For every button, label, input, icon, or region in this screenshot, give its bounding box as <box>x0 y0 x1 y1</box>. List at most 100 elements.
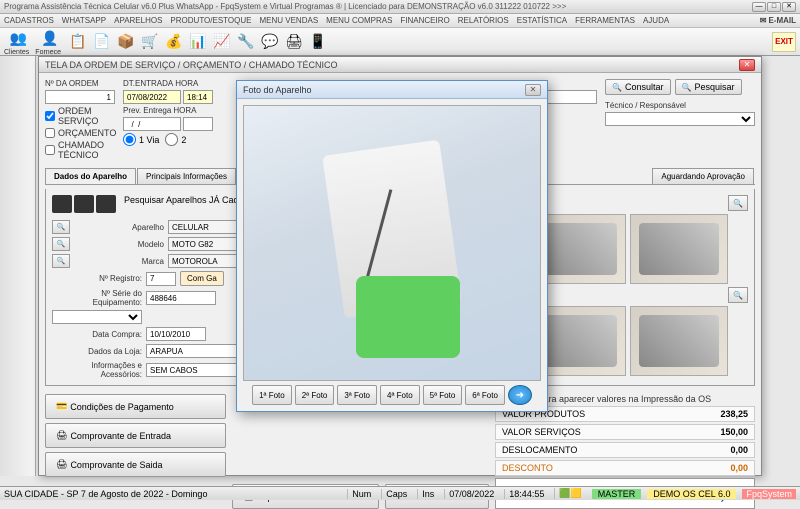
device-photo <box>243 105 541 381</box>
toolbar-icon-12[interactable]: 🖨 <box>283 31 305 53</box>
status-time: 18:44:55 <box>504 489 548 499</box>
toolbar-icon-10[interactable]: 🔧 <box>235 31 257 53</box>
modal-title: Foto do Aparelho <box>243 85 312 95</box>
menu-vendas[interactable]: MENU VENDAS <box>259 16 318 25</box>
order-num-input[interactable] <box>45 90 115 104</box>
menu-relatorios[interactable]: RELATÓRIOS <box>458 16 509 25</box>
app-title: Programa Assistência Técnica Celular v6.… <box>4 2 752 11</box>
status-demo: DEMO OS CEL 6.0 <box>647 489 736 499</box>
menu-financeiro[interactable]: FINANCEIRO <box>400 16 449 25</box>
status-master: MASTER <box>592 489 642 499</box>
tab-aguardando[interactable]: Aguardando Aprovação <box>652 168 754 184</box>
menubar: CADASTROS WHATSAPP APARELHOS PRODUTO/EST… <box>0 14 800 28</box>
order-window-close[interactable]: ✕ <box>739 59 755 71</box>
toolbar-icon-11[interactable]: 💬 <box>259 31 281 53</box>
status-city: SUA CIDADE - SP 7 de Agosto de 2022 - Do… <box>4 489 207 499</box>
app-titlebar: Programa Assistência Técnica Celular v6.… <box>0 0 800 14</box>
close-button[interactable]: ✕ <box>782 2 796 12</box>
toolbar-icon-9[interactable]: 📈 <box>211 31 233 53</box>
modal-close-button[interactable]: ✕ <box>525 84 541 96</box>
statusbar: SUA CIDADE - SP 7 de Agosto de 2022 - Do… <box>0 486 800 500</box>
clientes-icon[interactable]: 👥 <box>8 27 30 49</box>
toolbar-icon-6[interactable]: 🛒 <box>139 31 161 53</box>
menu-cadastros[interactable]: CADASTROS <box>4 16 54 25</box>
main-toolbar: 👥Clientes 👤Fornece 📋 📄 📦 🛒 💰 📊 📈 🔧 💬 🖨 📱… <box>0 28 800 56</box>
order-num-label: Nº DA ORDEM <box>45 79 115 88</box>
menu-compras[interactable]: MENU COMPRAS <box>326 16 392 25</box>
hora-input[interactable] <box>183 90 213 104</box>
photo-thumb-2[interactable] <box>630 214 728 284</box>
menu-produto[interactable]: PRODUTO/ESTOQUE <box>170 16 251 25</box>
search-aparelho-button[interactable]: 🔍 <box>52 220 70 234</box>
tab-principais-info[interactable]: Principais Informações <box>137 168 236 184</box>
next-photo-button[interactable]: ➜ <box>508 385 532 405</box>
prev-hora-input[interactable] <box>183 117 213 131</box>
dt-entrada-input[interactable] <box>123 90 181 104</box>
foto-6-button[interactable]: 6ª Foto <box>465 385 505 405</box>
menu-whatsapp[interactable]: WHATSAPP <box>62 16 106 25</box>
data-compra-input[interactable] <box>146 327 206 341</box>
search-marca-button[interactable]: 🔍 <box>52 254 70 268</box>
status-num: Num <box>347 489 375 499</box>
foto-2-button[interactable]: 2ª Foto <box>295 385 335 405</box>
pesq-aparelhos-label: Pesquisar Aparelhos JÁ Cadas <box>124 195 248 213</box>
order-window-title: TELA DA ORDEM DE SERVIÇO / ORÇAMENTO / C… <box>45 60 338 70</box>
toolbar-icon-5[interactable]: 📦 <box>115 31 137 53</box>
foto-1-button[interactable]: 1ª Foto <box>252 385 292 405</box>
toolbar-icon-7[interactable]: 💰 <box>163 31 185 53</box>
toolbar-icon-3[interactable]: 📋 <box>67 31 89 53</box>
valor-produtos: 238,25 <box>720 409 748 419</box>
tecnico-select[interactable] <box>605 112 755 126</box>
toolbar-icon-13[interactable]: 📱 <box>307 31 329 53</box>
foto-aparelho-modal: Foto do Aparelho ✕ 1ª Foto 2ª Foto 3ª Fo… <box>236 80 548 412</box>
menu-email[interactable]: ✉ E-MAIL <box>760 16 796 25</box>
thumb-zoom-2[interactable]: 🔍 <box>728 287 748 303</box>
device-icon <box>96 195 116 213</box>
pesquisar-button[interactable]: 🔍 Pesquisar <box>675 79 742 95</box>
photo-thumb-4[interactable] <box>630 306 728 376</box>
fornece-icon[interactable]: 👤 <box>39 27 61 49</box>
cond-pagamento-button[interactable]: 💳 Condições de Pagamento <box>45 394 226 419</box>
consultar-button[interactable]: 🔍 Consultar <box>605 79 671 95</box>
tecnico-label: Técnico / Responsável <box>605 101 755 110</box>
valor-desconto: 0,00 <box>730 463 748 473</box>
com-garantia-button[interactable]: Com Ga <box>180 271 224 286</box>
tab-dados-aparelho[interactable]: Dados do Aparelho <box>45 168 136 184</box>
status-flag: 🟩🟨 <box>554 488 585 499</box>
radio-1via[interactable] <box>123 133 136 146</box>
valor-servicos: 150,00 <box>720 427 748 437</box>
status-fpq: FpqSystem <box>742 489 796 499</box>
foto-4-button[interactable]: 4ª Foto <box>380 385 420 405</box>
status-caps: Caps <box>381 489 411 499</box>
comprovante-saida-button[interactable]: 🖨 Comprovante de Saida <box>45 452 226 477</box>
maximize-button[interactable]: □ <box>767 2 781 12</box>
device-icon <box>74 195 94 213</box>
serie-input[interactable] <box>146 291 216 305</box>
foto-5-button[interactable]: 5ª Foto <box>423 385 463 405</box>
radio-2via[interactable] <box>165 133 178 146</box>
left-navstrip <box>0 56 36 476</box>
menu-ajuda[interactable]: AJUDA <box>643 16 669 25</box>
toolbar-icon-8[interactable]: 📊 <box>187 31 209 53</box>
valor-deslocamento: 0,00 <box>730 445 748 455</box>
chk-chamado[interactable] <box>45 145 55 155</box>
chk-orcamento[interactable] <box>45 128 55 138</box>
menu-ferramentas[interactable]: FERRAMENTAS <box>575 16 635 25</box>
modal-titlebar: Foto do Aparelho ✕ <box>237 81 547 99</box>
toolbar-icon-4[interactable]: 📄 <box>91 31 113 53</box>
color-select[interactable] <box>52 310 142 324</box>
registro-input[interactable] <box>146 272 176 286</box>
thumb-zoom-1[interactable]: 🔍 <box>728 195 748 211</box>
comprovante-entrada-button[interactable]: 🖨 Comprovante de Entrada <box>45 423 226 448</box>
status-ins: Ins <box>417 489 438 499</box>
status-date: 07/08/2022 <box>444 489 498 499</box>
menu-aparelhos[interactable]: APARELHOS <box>114 16 162 25</box>
foto-3-button[interactable]: 3ª Foto <box>337 385 377 405</box>
prev-entrega-input[interactable] <box>123 117 181 131</box>
menu-estatistica[interactable]: ESTATÍSTICA <box>517 16 567 25</box>
minimize-button[interactable]: — <box>752 2 766 12</box>
order-window-titlebar: TELA DA ORDEM DE SERVIÇO / ORÇAMENTO / C… <box>39 57 761 73</box>
exit-icon[interactable]: EXIT <box>772 32 796 52</box>
search-modelo-button[interactable]: 🔍 <box>52 237 70 251</box>
chk-ordem-servico[interactable] <box>45 111 55 121</box>
